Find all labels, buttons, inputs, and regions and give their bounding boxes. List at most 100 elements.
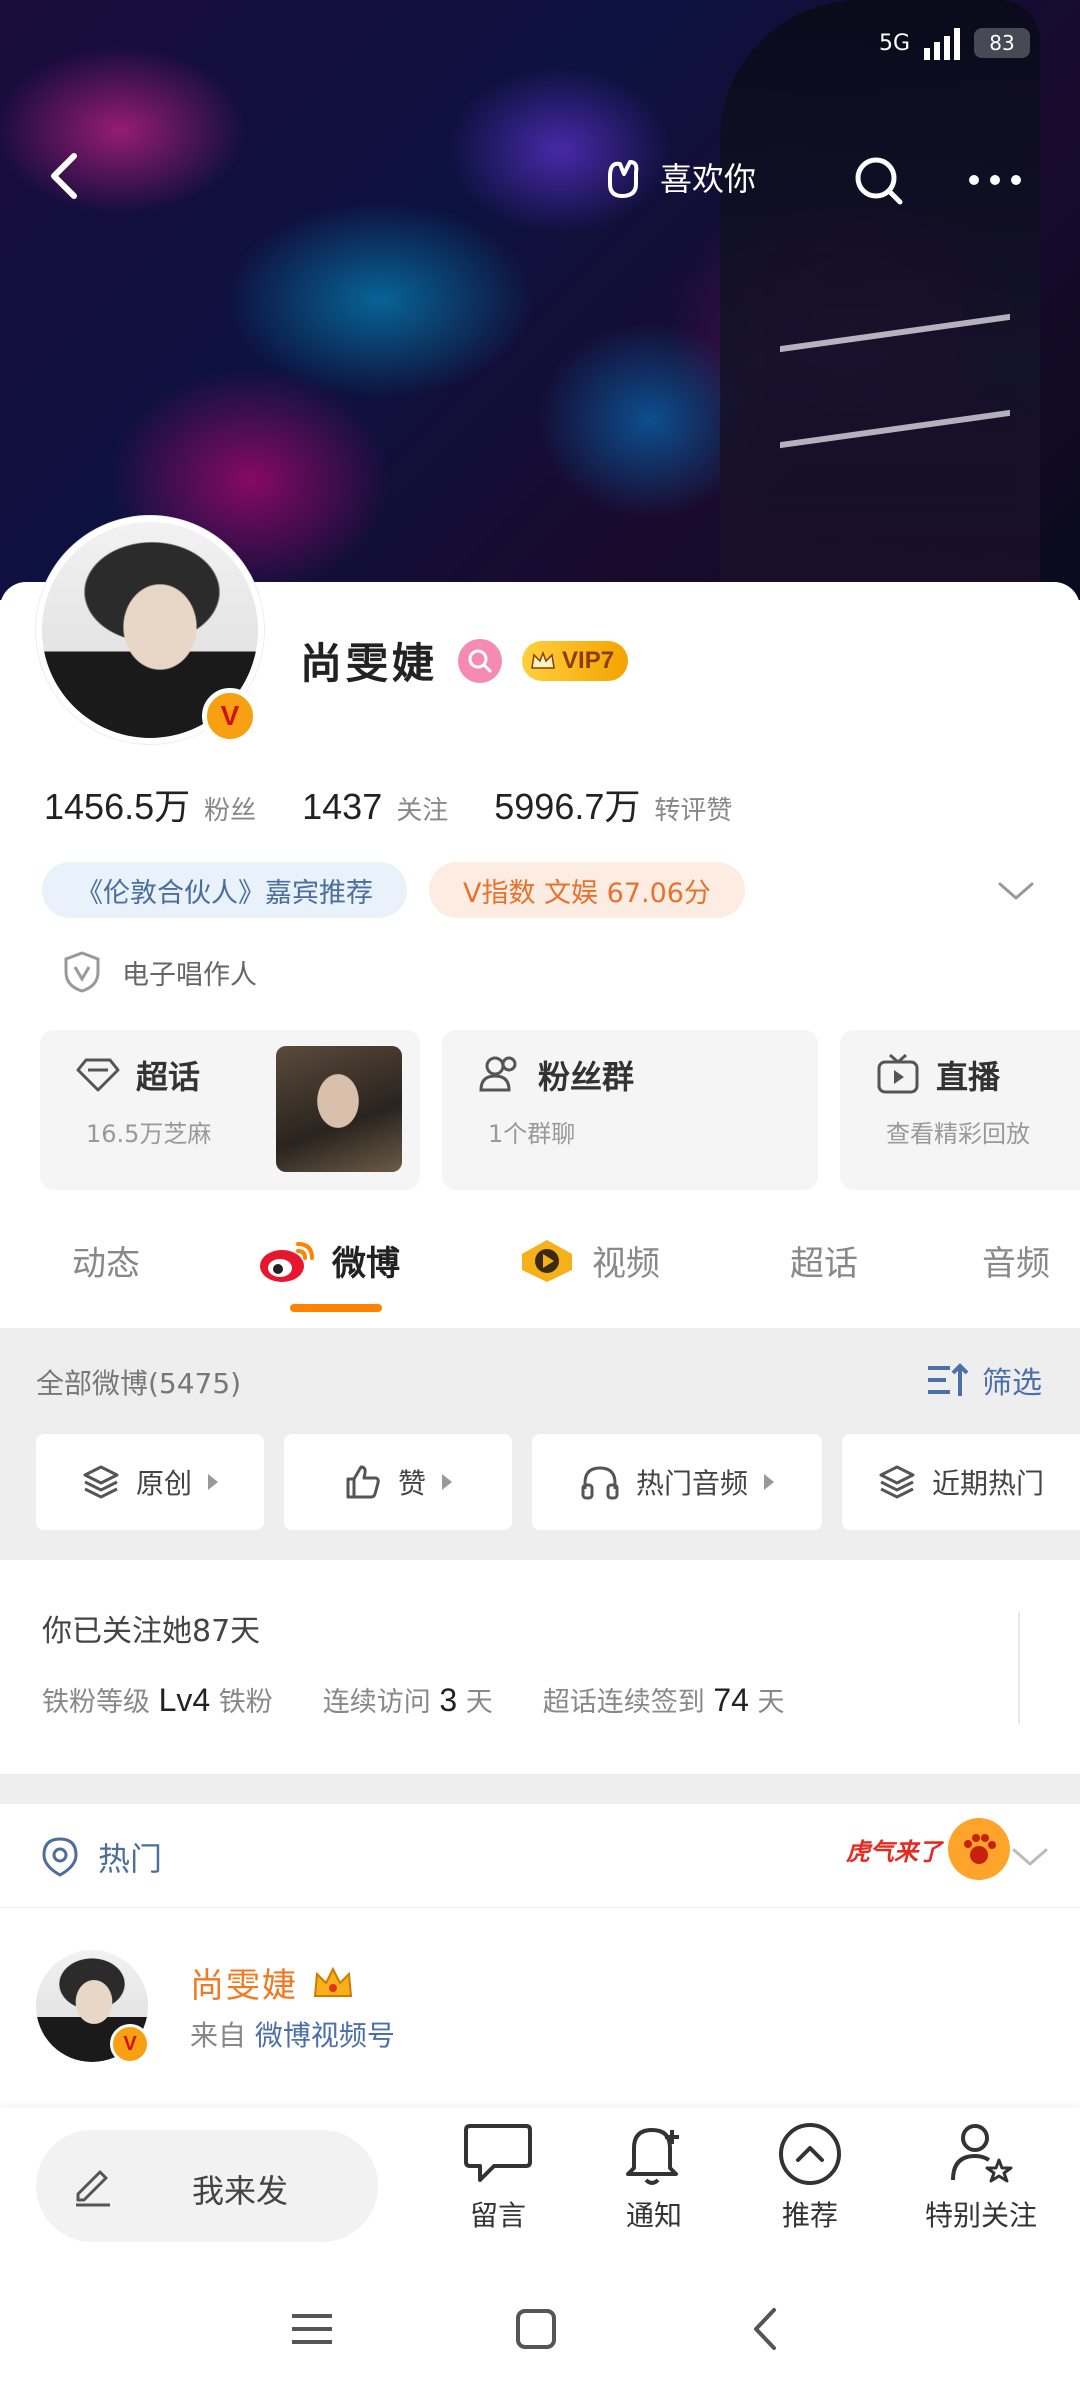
compose-label: 我来发 [192,2172,289,2210]
hot-label: 热门 [40,1834,162,1880]
action-label: 留言 [469,2199,526,2232]
top-bar: 喜欢你 [0,140,1080,220]
feature-sub: 16.5万芝麻 [86,1120,212,1148]
bottom-action-bar: 我来发 留言 通知 推荐 特别关注 [0,2108,1080,2258]
promo-badge[interactable]: 虎气来了 [846,1818,1010,1880]
tab-label: 微博 [332,1244,400,1284]
paw-icon [948,1818,1010,1880]
layers-icon [879,1465,915,1499]
hot-label-text: 热门 [98,1840,163,1878]
tab-super-topic[interactable]: 超话 [790,1236,858,1285]
pill-hot-audio[interactable]: 热门音频 [532,1434,822,1530]
profile-stats: 1456.5万 粉丝 1437 关注 5996.7万 转评赞 [44,778,732,830]
stat-number: 1456.5万 [44,786,191,827]
shield-icon [64,951,100,993]
tab-weibo[interactable]: 微博 [258,1236,400,1285]
post-card[interactable]: V 尚雯婕 来自 微博视频号 [0,1908,1080,2108]
stat-engagement[interactable]: 5996.7万 转评赞 [494,778,732,830]
checkin-unit: 天 [757,1687,785,1718]
post-author-name: 尚雯婕 [190,1966,298,2006]
fan-group-card[interactable]: 粉丝群 1个群聊 [442,1030,818,1190]
fan-status-box[interactable]: 你已关注她87天 铁粉等级 Lv4 铁粉 连续访问 3 天 超话连续签到 74 … [0,1560,1080,1774]
recommend-action[interactable]: 推荐 [740,2118,880,2234]
tab-audio[interactable]: 音频 [982,1236,1050,1285]
crown-icon [313,1966,353,1997]
live-card[interactable]: 直播 查看精彩回放 [840,1030,1080,1190]
tab-label: 音频 [982,1244,1050,1284]
like-button[interactable]: 喜欢你 [600,154,756,200]
stat-label: 转评赞 [654,796,733,826]
filter-button[interactable]: 筛选 [926,1358,1042,1402]
compose-button[interactable]: 我来发 [36,2130,378,2242]
thumb-up-icon [346,1465,380,1499]
divider [1018,1612,1020,1724]
network-label: 5G [878,30,910,56]
profile-banner [0,0,1080,600]
layers-icon [83,1465,119,1499]
post-author[interactable]: 尚雯婕 [190,1958,354,2007]
home-icon[interactable] [506,2304,566,2354]
chat-icon [464,2124,532,2182]
tab-label: 动态 [72,1244,140,1284]
visit-unit: 天 [465,1687,493,1718]
menu-icon[interactable] [282,2304,342,2354]
search-badge-icon[interactable] [458,638,503,683]
stat-number: 1437 [302,786,383,827]
post-source-prefix: 来自 [190,2019,247,2052]
chevron-down-icon[interactable] [996,876,1036,906]
special-follow-action[interactable]: 特别关注 [896,2118,1066,2234]
active-tab-indicator [290,1304,382,1312]
search-icon[interactable] [848,150,908,210]
banner-figure [720,0,1040,600]
tab-video[interactable]: 视频 [518,1236,660,1285]
hot-pin-icon [42,1837,78,1877]
stat-followers[interactable]: 1456.5万 粉丝 [44,778,256,830]
stat-following[interactable]: 1437 关注 [302,786,448,828]
vip-label: VIP7 [562,646,615,674]
action-label: 特别关注 [924,2199,1037,2232]
action-label: 推荐 [781,2199,838,2232]
hot-section-header[interactable]: 热门 虎气来了 [0,1804,1080,1908]
fan-level: 铁粉等级 Lv4 铁粉 [42,1680,273,1719]
heart-hand-icon [608,160,639,198]
filter-icon [928,1363,968,1396]
following-days: 你已关注她87天 [42,1614,261,1649]
fan-level-suffix: 铁粉 [218,1687,273,1718]
post-source-link[interactable]: 微博视频号 [255,2019,395,2052]
promo-text: 虎气来了 [846,1838,942,1866]
fan-stats-row: 铁粉等级 Lv4 铁粉 连续访问 3 天 超话连续签到 74 天 [42,1680,785,1719]
feature-title: 超话 [136,1058,201,1096]
notify-action[interactable]: 通知 [584,2118,724,2234]
chevron-down-icon[interactable] [1010,1844,1050,1870]
vip-badge[interactable]: VIP7 [522,640,629,681]
more-icon[interactable] [960,150,1030,210]
profile-tabs: 动态 微博 视频 超话 音频 [0,1222,1080,1322]
crown-icon [531,650,555,669]
pill-recent-hot[interactable]: 近期热门 [842,1434,1080,1530]
fan-level-value: Lv4 [158,1682,211,1718]
tab-label: 视频 [592,1244,660,1284]
chevron-up-circle-icon [779,2123,841,2185]
profile-tags: 《伦敦合伙人》嘉宾推荐 V指数 文娱 67.06分 [42,862,745,918]
caret-right-icon [764,1474,774,1490]
pill-liked[interactable]: 赞 [284,1434,512,1530]
profile-name: 尚雯婕 [300,639,439,688]
tv-play-icon [877,1053,919,1094]
video-icon [522,1239,572,1282]
pill-original[interactable]: 原创 [36,1434,264,1530]
verified-mark: V [220,700,240,731]
back-nav-icon[interactable] [736,2304,796,2354]
message-action[interactable]: 留言 [428,2118,568,2234]
name-row: 尚雯婕 VIP7 [300,630,629,691]
pen-icon [76,2170,110,2207]
back-icon[interactable] [36,146,96,206]
v-index-tag[interactable]: V指数 文娱 67.06分 [429,862,745,918]
feature-sub: 1个群聊 [488,1120,576,1148]
verified-badge: V [202,688,258,744]
caret-right-icon [208,1474,218,1490]
tab-dynamic[interactable]: 动态 [72,1236,140,1285]
guest-tag[interactable]: 《伦敦合伙人》嘉宾推荐 [42,862,407,918]
section-gap [0,1774,1080,1804]
certification-label: 电子唱作人 [122,959,257,991]
super-topic-card[interactable]: 超话 16.5万芝麻 [40,1030,420,1190]
